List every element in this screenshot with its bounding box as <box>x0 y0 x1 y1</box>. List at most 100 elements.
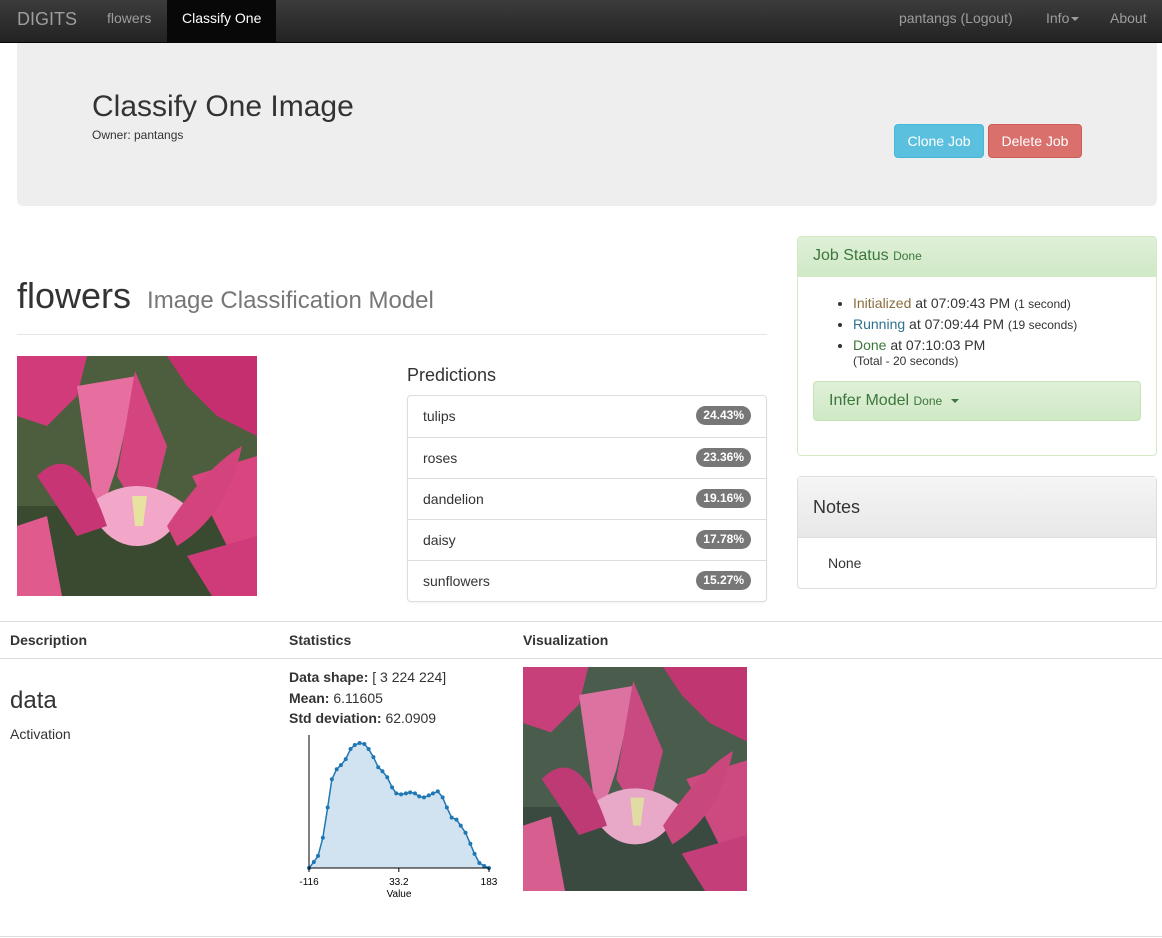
table-header-border <box>0 658 1162 659</box>
job-status-state: Done <box>893 249 922 263</box>
prediction-badge: 23.36% <box>696 448 751 467</box>
histogram-point <box>366 747 371 752</box>
histogram-point <box>343 757 348 762</box>
model-type: Image Classification Model <box>147 287 434 314</box>
x-tick-label: 33.2 <box>389 877 409 888</box>
histogram-point <box>348 747 353 752</box>
histogram-point <box>431 791 436 796</box>
histogram-point <box>357 741 362 745</box>
notes-panel: Notes None <box>797 476 1157 589</box>
histogram-point <box>338 763 343 768</box>
histogram-point <box>458 823 463 828</box>
histogram-point <box>320 835 325 840</box>
model-name[interactable]: flowers <box>17 275 131 316</box>
about-menu-label: About <box>1110 10 1147 26</box>
table-top-border <box>0 621 1162 622</box>
infer-model-label: Infer Model <box>829 392 910 409</box>
predictions-title: Predictions <box>407 365 497 385</box>
divider <box>17 334 767 335</box>
user-logout-link[interactable]: pantangs (Logout) <box>884 0 1028 43</box>
x-tick-label: -116 <box>299 877 319 888</box>
histogram-point <box>463 830 468 835</box>
infer-model-toggle[interactable]: Infer Model Done <box>813 381 1141 421</box>
histogram-point <box>440 795 445 800</box>
stat-value: 62.0909 <box>385 710 437 726</box>
histogram-point <box>435 789 440 794</box>
histogram-point <box>394 791 399 796</box>
input-image <box>17 356 257 596</box>
prediction-label: roses <box>423 450 458 466</box>
histogram-point <box>362 742 367 747</box>
list-item: sunflowers 15.27% <box>408 560 766 601</box>
status-entry: Initialized at 07:09:43 PM (1 second) <box>853 293 1077 314</box>
delete-job-button[interactable]: Delete Job <box>988 124 1082 158</box>
stat-label: Data shape: <box>289 669 369 685</box>
status-time: at 07:10:03 PM <box>890 337 986 353</box>
histogram-point <box>482 863 487 868</box>
layer-name: data <box>10 687 57 714</box>
list-item: tulips 24.43% <box>408 396 766 437</box>
stat-label: Mean: <box>289 690 330 706</box>
histogram-point <box>311 859 316 864</box>
stat-data-shape: Data shape: [ 3 224 224] <box>289 669 446 685</box>
visualization-image <box>523 667 747 891</box>
status-time: at 07:09:44 PM <box>909 316 1004 332</box>
prediction-badge: 19.16% <box>696 489 751 508</box>
brand-link[interactable]: DIGITS <box>17 9 77 30</box>
nav-link-classify-one[interactable]: Classify One <box>167 0 277 43</box>
chevron-down-icon <box>950 398 959 403</box>
activation-histogram: -116 33.2 183 Value <box>299 735 498 900</box>
predictions-list: tulips 24.43% roses 23.36% dandelion 19.16%… <box>407 395 767 602</box>
list-item: roses 23.36% <box>408 437 766 478</box>
tulip-image <box>17 356 257 596</box>
histogram-point <box>412 791 417 796</box>
clone-job-button[interactable]: Clone Job <box>894 124 984 158</box>
about-menu[interactable]: About <box>1095 0 1162 58</box>
notes-body: None <box>828 555 862 571</box>
status-history: Initialized at 07:09:43 PM (1 second) Ru… <box>853 293 1077 355</box>
info-menu[interactable]: Info <box>1031 0 1094 43</box>
table-bottom-border <box>0 936 1162 937</box>
page-title: Classify One Image <box>92 90 354 123</box>
histogram-point <box>334 767 339 772</box>
notes-title: Notes <box>798 477 1156 538</box>
prediction-label: dandelion <box>423 491 484 507</box>
column-header-visualization: Visualization <box>523 632 609 648</box>
job-owner: Owner: pantangs <box>92 128 184 142</box>
total-duration: (Total - 20 seconds) <box>853 354 959 368</box>
nav-link-flowers[interactable]: flowers <box>92 0 166 43</box>
histogram-point <box>352 743 357 748</box>
histogram-point <box>417 794 422 799</box>
prediction-label: tulips <box>423 408 456 424</box>
stat-value: 6.11605 <box>333 690 383 706</box>
histogram-point <box>408 790 413 795</box>
histogram-point <box>403 791 408 796</box>
histogram-point <box>316 853 321 858</box>
status-name: Running <box>853 316 906 332</box>
histogram-point <box>371 755 376 760</box>
model-heading: flowers Image Classification Model <box>17 275 434 317</box>
histogram-area <box>309 743 489 868</box>
status-name: Initialized <box>853 295 912 311</box>
status-name: Done <box>853 337 887 353</box>
column-header-description: Description <box>10 632 88 648</box>
navbar: DIGITS flowers Classify One pantangs (Lo… <box>0 0 1162 58</box>
info-menu-label: Info <box>1046 10 1070 26</box>
job-status-panel: Job Status Done Initialized at 07:09:43 … <box>797 236 1157 456</box>
histogram-point <box>468 841 473 846</box>
stat-std: Std deviation: 62.0909 <box>289 710 436 726</box>
tulip-visualization <box>523 667 747 891</box>
list-item: daisy 17.78% <box>408 519 766 560</box>
status-time: at 07:09:43 PM <box>915 295 1011 311</box>
histogram-point <box>399 792 404 797</box>
histogram-point <box>329 777 334 782</box>
histogram-point <box>421 795 426 800</box>
list-item: dandelion 19.16% <box>408 478 766 519</box>
histogram-point <box>390 785 395 790</box>
histogram-point <box>426 793 431 798</box>
histogram-point <box>477 860 482 865</box>
x-tick-label: 183 <box>481 877 498 888</box>
prediction-badge: 15.27% <box>696 571 751 590</box>
stat-label: Std deviation: <box>289 710 382 726</box>
status-duration: (19 seconds) <box>1007 318 1078 332</box>
